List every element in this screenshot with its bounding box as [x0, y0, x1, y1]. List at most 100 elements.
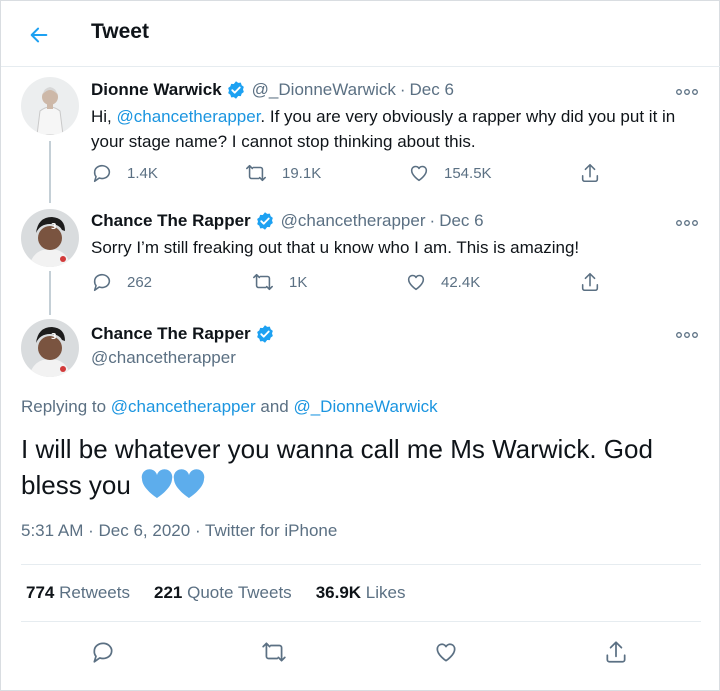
share-button[interactable]	[579, 271, 615, 293]
heart-icon	[436, 643, 456, 662]
more-dots-icon	[676, 332, 698, 338]
mention-link[interactable]: @chancetherapper	[111, 397, 256, 416]
main-tweet-header: Chance The Rapper	[91, 324, 281, 344]
author-handle[interactable]: @chancetherapper	[281, 211, 426, 231]
tweet-date[interactable]: Dec 6	[439, 211, 483, 231]
main-tweet-actions	[1, 637, 720, 667]
mention-link[interactable]: @chancetherapper	[117, 107, 261, 126]
retweets-stat[interactable]: 774 Retweets	[26, 583, 130, 603]
arrow-left-icon	[30, 27, 48, 43]
retweet-icon	[253, 273, 273, 291]
reply-icon	[93, 642, 113, 663]
avatar-image	[21, 77, 79, 135]
retweet-button[interactable]: 1K	[251, 271, 307, 293]
retweets-count: 774	[26, 583, 55, 602]
mention-link[interactable]: @_DionneWarwick	[293, 397, 437, 416]
avatar-chance-the-rapper[interactable]: 3	[21, 209, 79, 267]
tweet-time[interactable]: 5:31 AM	[21, 521, 83, 540]
retweet-button[interactable]	[259, 637, 289, 667]
verified-badge-icon	[255, 324, 275, 344]
avatar-chance-the-rapper[interactable]: 3	[21, 319, 79, 377]
main-tweet-text-content: I will be whatever you wanna call me Ms …	[21, 434, 653, 500]
quote-tweets-count: 221	[153, 583, 183, 602]
blue-heart-emoji	[141, 469, 205, 508]
verified-badge-icon	[255, 211, 275, 231]
share-button[interactable]	[601, 637, 631, 667]
share-button[interactable]	[579, 162, 615, 184]
heart-icon	[410, 165, 428, 182]
reply-icon	[93, 273, 111, 292]
page-header: Tweet	[1, 1, 720, 67]
quote-tweets-label: Quote Tweets	[187, 583, 292, 602]
main-tweet-text: I will be whatever you wanna call me Ms …	[21, 431, 711, 508]
page-title: Tweet	[91, 20, 149, 43]
like-button[interactable]: 154.5K	[408, 162, 492, 184]
retweet-icon	[262, 642, 286, 662]
reply-count: 1.4K	[127, 164, 158, 182]
reply-button[interactable]: 1.4K	[91, 162, 158, 184]
separator: ·	[429, 211, 436, 230]
author-name[interactable]: Chance The Rapper	[91, 211, 251, 231]
author-name[interactable]: Chance The Rapper	[91, 324, 251, 344]
thread-line	[49, 271, 51, 315]
likes-label: Likes	[365, 583, 406, 602]
heart-icon	[407, 274, 425, 291]
tweet-header: Chance The Rapper @chancetherapper · Dec…	[91, 211, 484, 231]
replying-to: Replying to @chancetherapper and @_Dionn…	[21, 397, 438, 417]
svg-text:3: 3	[51, 332, 57, 341]
separator: ·	[194, 521, 201, 540]
tweet-text-part: Hi,	[91, 107, 117, 126]
tweet-meta: 5:31 AM · Dec 6, 2020 · Twitter for iPho…	[21, 521, 337, 541]
retweet-count: 1K	[289, 273, 308, 291]
reply-button[interactable]	[88, 637, 118, 667]
tweet-text: Sorry I’m still freaking out that u know…	[91, 238, 580, 257]
divider	[21, 564, 701, 565]
more-button[interactable]	[675, 85, 699, 99]
avatar-image: 3	[21, 319, 79, 377]
retweet-button[interactable]: 19.1K	[244, 162, 321, 184]
retweet-icon	[246, 164, 266, 182]
separator: ·	[399, 80, 406, 99]
tweet-actions: 1.4K 19.1K 154.5K	[91, 162, 701, 186]
tweet-stats: 774 Retweets 221 Quote Tweets 36.9K Like…	[26, 583, 429, 603]
reply-count: 262	[127, 273, 153, 291]
separator: ·	[88, 521, 94, 540]
share-icon	[606, 641, 626, 663]
share-icon	[581, 272, 599, 292]
like-button[interactable]	[431, 637, 461, 667]
avatar-image: 3	[21, 209, 79, 267]
reply-icon	[93, 164, 111, 183]
reply-button[interactable]: 262	[91, 271, 152, 293]
retweets-label: Retweets	[59, 583, 130, 602]
verified-badge-icon	[226, 80, 246, 100]
thread-line	[49, 141, 51, 203]
tweet-header: Dionne Warwick @_DionneWarwick · Dec 6	[91, 80, 454, 100]
more-dots-icon	[676, 220, 698, 226]
like-count: 154.5K	[444, 164, 492, 182]
back-button[interactable]	[23, 19, 55, 51]
tweet-actions: 262 1K 42.4K	[91, 271, 701, 295]
svg-text:3: 3	[51, 222, 57, 231]
more-button[interactable]	[675, 328, 699, 342]
tweet-page: Tweet Dionne Warwick @_DionneWarwick · D…	[0, 0, 720, 691]
quote-tweets-stat[interactable]: 221 Quote Tweets	[154, 583, 292, 603]
likes-count: 36.9K	[315, 583, 362, 602]
author-name[interactable]: Dionne Warwick	[91, 80, 222, 100]
replying-and: and	[255, 397, 294, 416]
retweet-count: 19.1K	[282, 164, 322, 182]
tweet-source[interactable]: Twitter for iPhone	[205, 521, 337, 540]
likes-stat[interactable]: 36.9K Likes	[316, 583, 406, 603]
author-handle[interactable]: @chancetherapper	[91, 348, 236, 368]
tweet-date[interactable]: Dec 6, 2020	[99, 521, 191, 540]
replying-prefix: Replying to	[21, 397, 111, 416]
share-icon	[581, 163, 599, 183]
tweet-text: Hi, @chancetherapper. If you are very ob…	[91, 104, 701, 154]
more-button[interactable]	[675, 216, 699, 230]
like-button[interactable]: 42.4K	[405, 271, 480, 293]
tweet-date[interactable]: Dec 6	[410, 80, 454, 100]
divider	[21, 621, 701, 622]
author-handle[interactable]: @_DionneWarwick	[252, 80, 396, 100]
more-dots-icon	[676, 89, 698, 95]
avatar-dionne-warwick[interactable]	[21, 77, 79, 135]
like-count: 42.4K	[441, 273, 481, 291]
